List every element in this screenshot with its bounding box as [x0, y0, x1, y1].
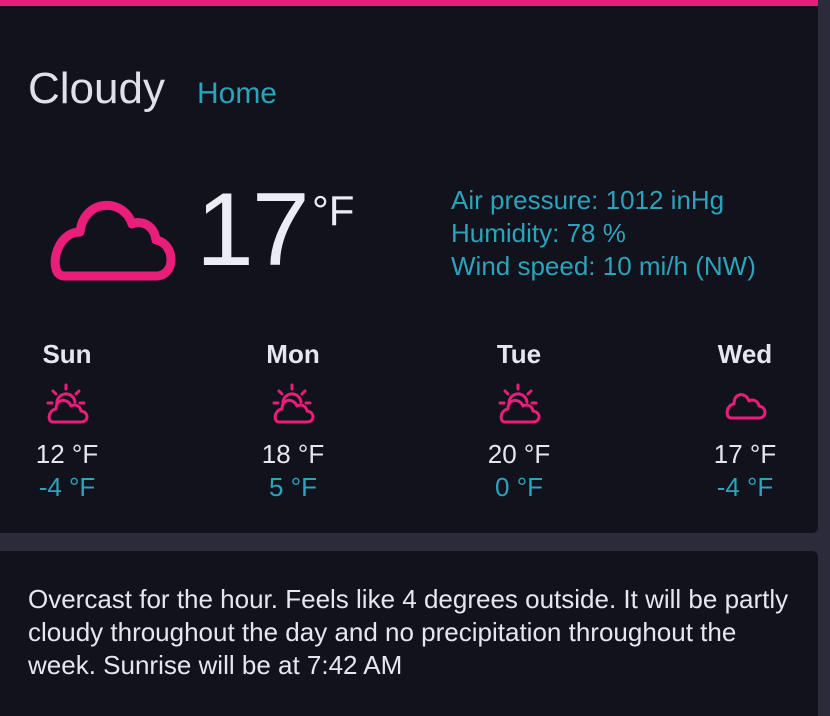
dashboard: Cloudy Home 17 °F Air pressure: 1012 inH… — [0, 0, 830, 716]
forecast-day: Sun 12 °F -4 °F — [0, 338, 137, 504]
location-name: Home — [196, 77, 277, 110]
partly-cloudy-icon — [46, 383, 89, 424]
weather-header: Cloudy Home — [28, 64, 277, 114]
cloud-icon — [50, 200, 176, 281]
weather-summary: Overcast for the hour. Feels like 4 degr… — [28, 584, 789, 680]
forecast-day: Tue 20 °F 0 °F — [449, 338, 589, 504]
forecast-high: 12 °F — [35, 439, 99, 469]
forecast-day-name: Wed — [717, 339, 773, 369]
temperature-unit: °F — [312, 187, 355, 234]
forecast-day-name: Tue — [496, 339, 542, 369]
forecast-low: -4 °F — [38, 472, 96, 502]
forecast-day: Mon 18 °F 5 °F — [223, 338, 363, 504]
air-pressure: Air pressure: 1012 inHg — [451, 185, 725, 215]
forecast-day-name: Mon — [266, 339, 320, 369]
forecast-low: 5 °F — [269, 472, 317, 502]
weather-card[interactable]: Cloudy Home 17 °F Air pressure: 1012 inH… — [0, 0, 818, 533]
forecast-low: -4 °F — [716, 472, 774, 502]
forecast-high: 18 °F — [261, 439, 325, 469]
partly-cloudy-icon — [272, 383, 315, 424]
forecast-row: Sun 12 °F -4 °F Mon 18 °F 5 °F Tue 20 °F… — [0, 338, 818, 508]
weather-details: Air pressure: 1012 inHg Humidity: 78 % W… — [451, 184, 756, 283]
forecast-low: 0 °F — [495, 472, 543, 502]
wind-speed: Wind speed: 10 mi/h (NW) — [451, 251, 756, 281]
forecast-high: 20 °F — [487, 439, 551, 469]
cloud-icon — [725, 393, 767, 420]
current-condition: Cloudy — [28, 64, 165, 113]
humidity: Humidity: 78 % — [451, 218, 626, 248]
summary-card: Overcast for the hour. Feels like 4 degr… — [0, 551, 818, 716]
forecast-day: Wed 17 °F -4 °F — [675, 338, 815, 504]
forecast-day-name: Sun — [42, 339, 92, 369]
partly-cloudy-icon — [498, 383, 541, 424]
current-temperature: 17 — [196, 172, 310, 288]
forecast-high: 17 °F — [713, 439, 777, 469]
